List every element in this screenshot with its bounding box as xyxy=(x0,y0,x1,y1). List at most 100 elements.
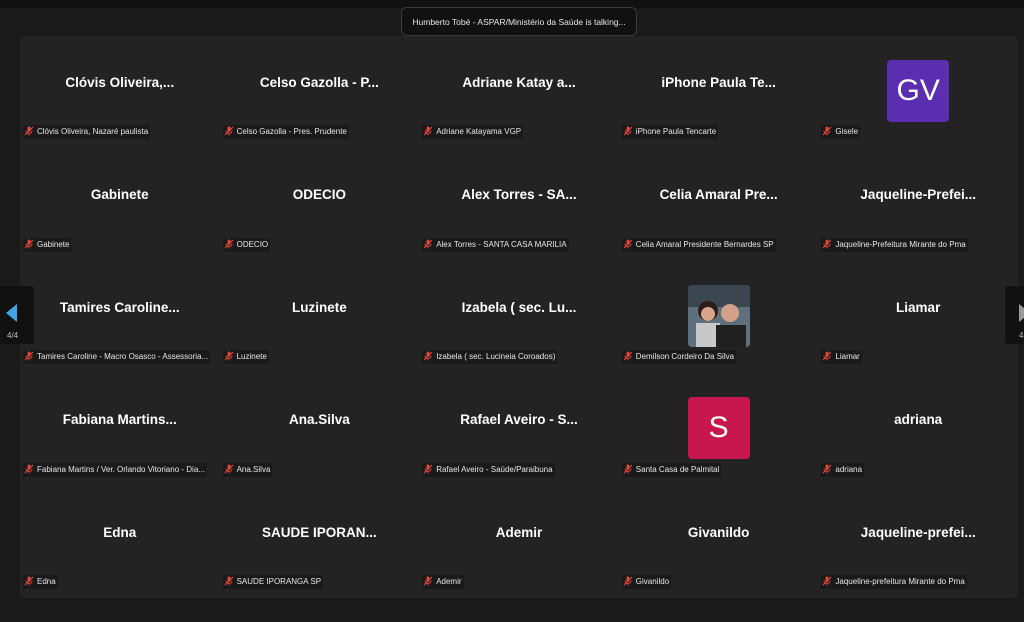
participant-name-text: Jaqueline-Prefeitura Mirante do Pma xyxy=(835,239,966,249)
participant-tile[interactable]: iPhone Paula Te... iPhone Paula Tencarte xyxy=(619,36,819,148)
participant-tile[interactable]: Ana.Silva Ana.Silva xyxy=(220,373,420,485)
mic-muted-icon xyxy=(24,239,34,249)
participant-name-label: ODECIO xyxy=(222,237,271,252)
participant-avatar: GV xyxy=(887,60,950,122)
participant-tile[interactable]: Clóvis Oliveira,... Clóvis Oliveira, Naza… xyxy=(20,36,220,148)
participant-display-name: Izabela ( sec. Lu... xyxy=(461,299,577,315)
participant-display-name: iPhone Paula Te... xyxy=(661,75,776,90)
participant-display-name: ODECIO xyxy=(292,187,347,203)
participant-tile[interactable]: Celso Gazolla - P... Celso Gazolla - Pres… xyxy=(220,36,420,148)
participant-tile[interactable]: Jaqueline-prefei... Jaqueline-prefeitura … xyxy=(818,486,1018,598)
participant-name-text: Tamires Caroline - Macro Osasco - Assess… xyxy=(37,352,209,362)
participant-name-text: Ana.Silva xyxy=(236,464,271,474)
participant-tile[interactable]: Fabiana Martins... Fabiana Martins / Ver.… xyxy=(20,373,220,485)
participant-name-label: Rafael Aveiro - Saúde/Paraibuna xyxy=(422,462,555,477)
gallery-view: Clóvis Oliveira,... Clóvis Oliveira, Naza… xyxy=(20,36,1018,598)
mic-muted-icon xyxy=(423,464,433,474)
participant-display-name: Jaqueline-prefei... xyxy=(860,524,976,540)
participant-display-name: Jaqueline-Prefei... xyxy=(860,187,976,203)
participant-grid: Clóvis Oliveira,... Clóvis Oliveira, Naza… xyxy=(20,36,1018,598)
arrow-right-icon xyxy=(1019,304,1024,322)
participant-tile[interactable]: SAUDE IPORAN... SAUDE IPORANGA SP xyxy=(220,486,420,598)
participant-display-name: Rafael Aveiro - S... xyxy=(460,412,578,428)
participant-tile[interactable]: adriana adriana xyxy=(818,373,1018,485)
participant-tile[interactable]: Tamires Caroline... Tamires Caroline - Ma… xyxy=(20,261,220,373)
participant-name-text: Edna xyxy=(37,577,56,586)
participant-name-text: Givanildo xyxy=(635,577,670,586)
participant-name-text: Alex Torres - SANTA CASA MARILIA xyxy=(436,239,567,249)
participant-name-text: Clóvis Oliveira, Nazaré paulista xyxy=(37,127,149,137)
participant-name-text: Luzinete xyxy=(236,352,267,362)
participant-tile[interactable]: Ademir Ademir xyxy=(419,486,619,598)
participant-display-name: Liamar xyxy=(896,299,941,315)
participant-name-label: SAUDE IPORANGA SP xyxy=(222,575,324,589)
mic-muted-icon xyxy=(822,126,832,136)
participant-display-name: SAUDE IPORAN... xyxy=(262,524,377,540)
participant-name-text: Santa Casa de Palmital xyxy=(635,464,720,474)
next-page-button[interactable]: 4 xyxy=(1005,286,1024,344)
participant-display-name: Celso Gazolla - P... xyxy=(259,75,379,90)
participant-name-text: Gisele xyxy=(835,127,859,137)
participant-name-text: Izabela ( sec. Lucineia Coroados) xyxy=(436,352,556,362)
participant-tile[interactable]: Gabinete Gabinete xyxy=(20,148,220,260)
participant-tile[interactable]: Rafael Aveiro - S... Rafael Aveiro - Saúd… xyxy=(419,373,619,485)
participant-display-name: Alex Torres - SA... xyxy=(461,187,577,203)
participant-display-name: Tamires Caroline... xyxy=(59,299,180,315)
previous-page-button[interactable]: 4/4 xyxy=(0,286,34,344)
participant-name-text: Demilson Cordeiro Da Silva xyxy=(635,352,735,362)
participant-name-label: Celia Amaral Presidente Bernardes SP xyxy=(621,237,776,252)
participant-display-name: Celia Amaral Pre... xyxy=(659,187,778,203)
participant-display-name: Clóvis Oliveira,... xyxy=(65,75,175,90)
mic-muted-icon xyxy=(224,239,234,249)
participant-name-text: Liamar xyxy=(835,352,860,362)
arrow-left-icon xyxy=(6,304,17,322)
mic-muted-icon xyxy=(24,126,34,136)
mic-muted-icon xyxy=(423,126,433,136)
participant-name-text: ODECIO xyxy=(236,239,269,249)
mic-muted-icon xyxy=(423,576,433,586)
participant-display-name: Givanildo xyxy=(687,524,750,540)
participant-name-label: Gabinete xyxy=(23,237,72,252)
participant-tile[interactable]: Liamar Liamar xyxy=(818,261,1018,373)
mic-muted-icon xyxy=(24,576,34,586)
participant-tile[interactable]: S Santa Casa de Palmital xyxy=(619,373,819,485)
mic-muted-icon xyxy=(224,464,234,474)
participant-tile[interactable]: Adriane Katay a... Adriane Katayama VGP xyxy=(419,36,619,148)
mic-muted-icon xyxy=(24,351,34,361)
participant-name-text: Ademir xyxy=(436,577,462,586)
mic-muted-icon xyxy=(822,464,832,474)
participant-name-text: Celso Gazolla - Pres. Prudente xyxy=(236,127,347,137)
participant-name-text: Gabinete xyxy=(37,239,70,249)
participant-tile[interactable]: Edna Edna xyxy=(20,486,220,598)
participant-tile[interactable]: GV Gisele xyxy=(818,36,1018,148)
mic-muted-icon xyxy=(822,239,832,249)
participant-name-label: Jaqueline-Prefeitura Mirante do Pma xyxy=(821,237,968,252)
participant-tile[interactable]: Izabela ( sec. Lu... Izabela ( sec. Lucin… xyxy=(419,261,619,373)
participant-tile[interactable]: Alex Torres - SA... Alex Torres - SANTA C… xyxy=(419,148,619,260)
participant-name-label: Edna xyxy=(23,575,58,589)
participant-name-label: Clóvis Oliveira, Nazaré paulista xyxy=(23,125,151,140)
participant-name-label: Tamires Caroline - Macro Osasco - Assess… xyxy=(23,350,211,365)
participant-name-label: Luzinete xyxy=(222,350,269,365)
participant-tile[interactable]: Givanildo Givanildo xyxy=(619,486,819,598)
participant-tile[interactable]: ODECIO ODECIO xyxy=(220,148,420,260)
mic-muted-icon xyxy=(423,351,433,361)
participant-tile[interactable]: Demilson Cordeiro Da Silva xyxy=(619,261,819,373)
mic-muted-icon xyxy=(623,576,633,586)
participant-tile[interactable]: Luzinete Luzinete xyxy=(220,261,420,373)
participant-name-label: Fabiana Martins / Ver. Orlando Vitoriano… xyxy=(23,462,207,477)
participant-name-label: Santa Casa de Palmital xyxy=(621,462,722,477)
participant-name-label: Adriane Katayama VGP xyxy=(422,125,524,140)
participant-display-name: Luzinete xyxy=(292,299,347,315)
participant-display-name: Ana.Silva xyxy=(289,412,350,428)
participant-name-label: Gisele xyxy=(821,125,861,140)
participant-name-label: Ademir xyxy=(422,575,464,589)
participant-tile[interactable]: Jaqueline-Prefei... Jaqueline-Prefeitura … xyxy=(818,148,1018,260)
participant-name-label: Liamar xyxy=(821,350,862,365)
mic-muted-icon xyxy=(423,239,433,249)
active-speaker-indicator: Humberto Tobé - ASPAR/Ministério da Saúd… xyxy=(401,7,637,36)
participant-display-name: Adriane Katay a... xyxy=(462,75,576,90)
participant-name-label: iPhone Paula Tencarte xyxy=(621,125,719,140)
participant-display-name: Fabiana Martins... xyxy=(62,412,177,428)
participant-tile[interactable]: Celia Amaral Pre... Celia Amaral Presiden… xyxy=(619,148,819,260)
